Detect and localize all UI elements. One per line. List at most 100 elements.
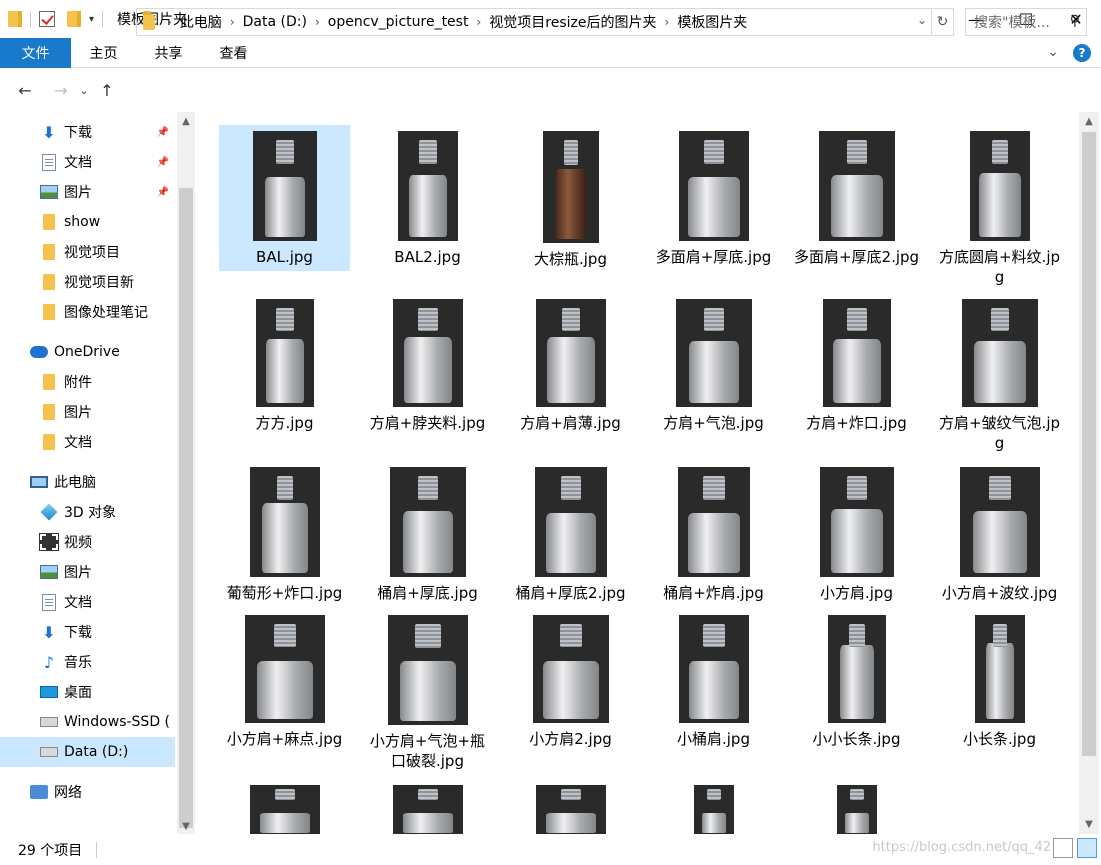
sidebar-item-label: 图片: [64, 405, 92, 421]
sidebar-item-label: 此电脑: [54, 475, 96, 491]
file-item[interactable]: 小方肩+波纹.jpg: [934, 461, 1065, 607]
sidebar-item[interactable]: 桌面: [0, 677, 175, 707]
file-item[interactable]: 方方.jpg: [219, 293, 350, 439]
search-input[interactable]: 搜索"模板... ⚲: [965, 8, 1087, 36]
sidebar-item[interactable]: 图片 📌: [0, 177, 175, 207]
forward-arrow-icon[interactable]: →: [46, 75, 76, 105]
file-list-scrollbar[interactable]: ▲ ▼: [1079, 112, 1099, 834]
large-icons-view-icon[interactable]: [1077, 838, 1097, 858]
sidebar-item[interactable]: 此电脑: [0, 467, 175, 497]
navigation-pane-scrollbar[interactable]: ▲ ▼: [177, 112, 195, 834]
file-item[interactable]: 小方肩2.jpg: [505, 609, 636, 759]
file-item[interactable]: 小桶肩.jpg: [648, 609, 779, 759]
file-item[interactable]: 多面肩+厚底2.jpg: [791, 125, 922, 271]
sidebar-item[interactable]: 图片: [0, 397, 175, 427]
file-item[interactable]: 方肩+肩薄.jpg: [505, 293, 636, 439]
scroll-up-icon[interactable]: ▲: [1079, 116, 1099, 127]
file-item[interactable]: BAL2.jpg: [362, 125, 493, 271]
up-arrow-icon[interactable]: ↑: [92, 75, 122, 105]
breadcrumb-resize-folder[interactable]: 视觉项目resize后的图片夹: [481, 12, 664, 32]
breadcrumb-current-folder[interactable]: 模板图片夹: [669, 12, 755, 32]
file-item[interactable]: 桶肩+厚底2.jpg: [505, 461, 636, 607]
tab-share[interactable]: 共享: [136, 43, 201, 63]
file-item[interactable]: BAL.jpg: [219, 125, 350, 271]
properties-icon[interactable]: [39, 11, 55, 27]
tab-home[interactable]: 主页: [71, 43, 136, 63]
file-item[interactable]: 小长条.jpg: [934, 609, 1065, 759]
file-name: 方底圆肩+料纹.jpg: [938, 248, 1061, 286]
file-item[interactable]: 大棕瓶.jpg: [505, 125, 636, 271]
details-view-icon[interactable]: [1053, 838, 1073, 858]
bottle-neck: [848, 623, 865, 648]
file-item[interactable]: 方肩+炸口.jpg: [791, 293, 922, 439]
item-count: 29 个项目: [18, 842, 83, 859]
customize-toolbar-dropdown-icon[interactable]: ▾: [89, 14, 94, 25]
file-item[interactable]: 方肩+脖夹料.jpg: [362, 293, 493, 439]
file-item[interactable]: [219, 779, 350, 834]
file-item[interactable]: [648, 779, 779, 834]
sidebar-item[interactable]: Windows-SSD (: [0, 707, 175, 737]
bottle-neck: [559, 623, 582, 648]
pin-icon: 📌: [156, 156, 169, 168]
file-item[interactable]: 葡萄形+炸口.jpg: [219, 461, 350, 607]
address-history-dropdown-icon[interactable]: ⌄: [917, 13, 927, 27]
breadcrumb-drive[interactable]: Data (D:): [235, 14, 315, 30]
sidebar-item[interactable]: 文档: [0, 427, 175, 457]
sidebar-item[interactable]: ⬇ 下载 📌: [0, 117, 175, 147]
back-arrow-icon[interactable]: ←: [10, 75, 40, 105]
file-item[interactable]: 小方肩.jpg: [791, 461, 922, 607]
file-item[interactable]: 小方肩+麻点.jpg: [219, 609, 350, 759]
sidebar-item-label: 文档: [64, 595, 92, 611]
recent-locations-chevron-icon[interactable]: ⌄: [76, 75, 92, 105]
sidebar-item[interactable]: 文档 📌: [0, 147, 175, 177]
sidebar-item[interactable]: 附件: [0, 367, 175, 397]
file-item[interactable]: [505, 779, 636, 834]
file-item[interactable]: [362, 779, 493, 834]
sidebar-item[interactable]: 3D 对象: [0, 497, 175, 527]
folder-icon: [8, 11, 22, 27]
sidebar-item[interactable]: Data (D:): [0, 737, 175, 767]
file-item[interactable]: 小方肩+气泡+瓶口破裂.jpg: [362, 609, 493, 770]
sidebar-item[interactable]: 文档: [0, 587, 175, 617]
file-item[interactable]: [791, 779, 922, 834]
sidebar-item[interactable]: 视觉项目: [0, 237, 175, 267]
breadcrumb-opencv-folder[interactable]: opencv_picture_test: [320, 14, 477, 30]
new-folder-icon[interactable]: [67, 11, 81, 27]
image-thumbnail: [822, 299, 891, 407]
scrollbar-thumb[interactable]: [179, 188, 193, 828]
sidebar-item[interactable]: ⬇ 下载: [0, 617, 175, 647]
scrollbar-thumb[interactable]: [1082, 132, 1096, 756]
scroll-up-icon[interactable]: ▲: [177, 116, 195, 127]
file-item[interactable]: 方肩+气泡.jpg: [648, 293, 779, 439]
refresh-icon[interactable]: ↻: [932, 8, 954, 36]
bottle-neck: [418, 139, 437, 164]
file-item[interactable]: 桶肩+厚底.jpg: [362, 461, 493, 607]
bottle-body: [546, 336, 595, 403]
scroll-down-icon[interactable]: ▼: [177, 821, 195, 832]
sidebar-item[interactable]: 网络: [0, 777, 175, 807]
sidebar-item[interactable]: 图片: [0, 557, 175, 587]
sidebar-item[interactable]: OneDrive: [0, 337, 175, 367]
tab-view[interactable]: 查看: [201, 43, 266, 63]
file-item[interactable]: 多面肩+厚底.jpg: [648, 125, 779, 271]
search-icon[interactable]: ⚲: [1070, 13, 1080, 29]
tab-file[interactable]: 文件: [0, 37, 71, 68]
music-icon: ♪: [43, 652, 55, 672]
help-icon[interactable]: ?: [1073, 44, 1091, 62]
file-item[interactable]: 方肩+皱纹气泡.jpg: [934, 293, 1065, 452]
sidebar-item[interactable]: ♪ 音乐: [0, 647, 175, 677]
address-bar[interactable]: › 此电脑 › Data (D:) › opencv_picture_test …: [136, 8, 932, 36]
scroll-down-icon[interactable]: ▼: [1079, 819, 1099, 830]
bottle-neck: [846, 139, 867, 164]
sidebar-item[interactable]: 视觉项目新: [0, 267, 175, 297]
file-item[interactable]: 桶肩+炸肩.jpg: [648, 461, 779, 607]
file-item[interactable]: 方底圆肩+料纹.jpg: [934, 125, 1065, 286]
sidebar-item[interactable]: show: [0, 207, 175, 237]
image-thumbnail: [678, 615, 749, 723]
file-item[interactable]: 小小长条.jpg: [791, 609, 922, 759]
sidebar-item[interactable]: 视频: [0, 527, 175, 557]
sidebar-item-label: 3D 对象: [64, 505, 117, 521]
expand-ribbon-chevron-icon[interactable]: ⌄: [1047, 44, 1059, 62]
breadcrumb-this-pc[interactable]: 此电脑: [172, 12, 230, 32]
sidebar-item[interactable]: 图像处理笔记: [0, 297, 175, 327]
